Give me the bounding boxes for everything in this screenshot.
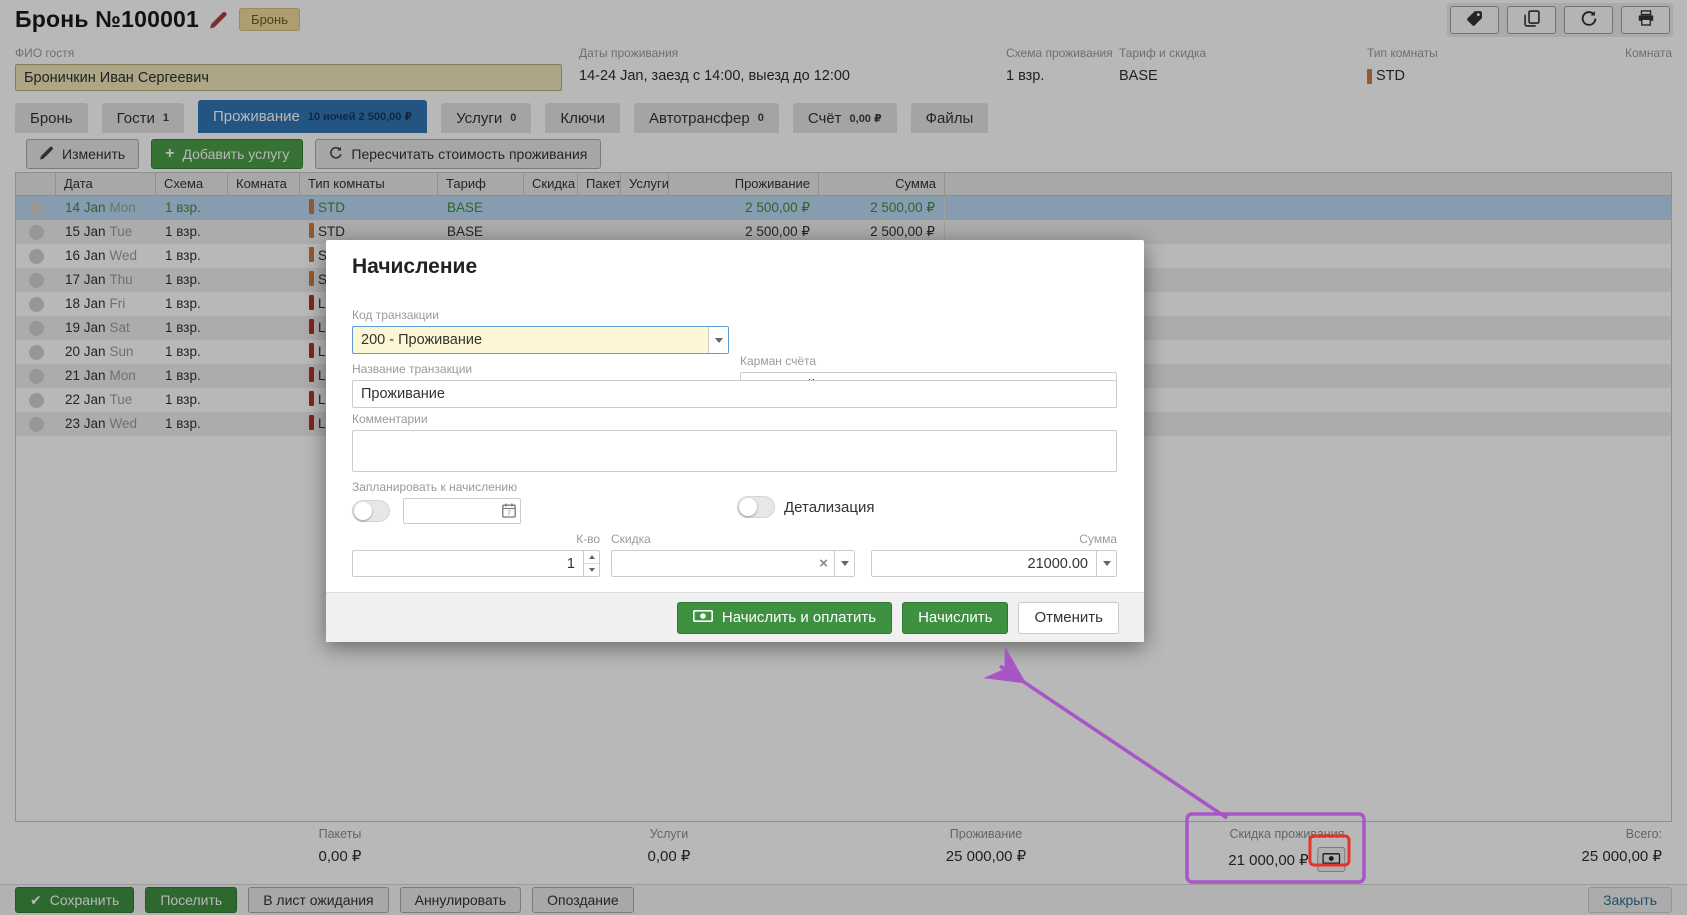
details-field: Детализация — [737, 496, 875, 518]
amount-dropdown[interactable] — [1096, 551, 1116, 576]
amount-input[interactable] — [871, 550, 1117, 577]
details-toggle-label: Детализация — [784, 499, 875, 516]
booking-window: Бронь №100001 Бронь ФИО гостя Даты прожи… — [0, 0, 1687, 915]
quantity-stepper[interactable] — [583, 551, 599, 576]
quantity-input[interactable] — [352, 550, 600, 577]
transaction-code-input[interactable] — [352, 326, 729, 354]
discount-dropdown[interactable] — [834, 551, 854, 576]
spin-up-icon[interactable] — [584, 551, 599, 564]
banknote-icon — [693, 609, 713, 626]
charge-label: Начислить — [918, 609, 992, 626]
transaction-code-field: Код транзакции — [352, 308, 729, 354]
discount-field: Скидка × — [611, 532, 855, 577]
transaction-name-input[interactable] — [352, 380, 1117, 408]
comments-label: Комментарии — [352, 412, 1117, 426]
quantity-label: К-во — [352, 532, 600, 546]
details-toggle[interactable] — [737, 496, 775, 518]
svg-text:7: 7 — [507, 510, 511, 517]
charge-dialog: Начисление Код транзакции Карман счёта Н… — [326, 240, 1144, 642]
transaction-name-field: Название транзакции — [352, 362, 1117, 408]
amount-label: Сумма — [871, 532, 1117, 546]
schedule-field: Запланировать к начислению 7 — [352, 480, 521, 524]
schedule-toggle[interactable] — [352, 500, 390, 522]
transaction-name-label: Название транзакции — [352, 362, 1117, 376]
dialog-title: Начисление — [352, 255, 477, 279]
amount-field: Сумма — [871, 532, 1117, 577]
transaction-code-dropdown[interactable] — [708, 327, 728, 353]
spin-down-icon[interactable] — [584, 564, 599, 576]
cancel-button[interactable]: Отменить — [1018, 602, 1119, 634]
calendar-icon: 7 — [502, 503, 516, 523]
cancel-label: Отменить — [1034, 609, 1103, 626]
quantity-field: К-во — [352, 532, 600, 577]
comments-textarea[interactable] — [352, 430, 1117, 472]
discount-label: Скидка — [611, 532, 855, 546]
clear-icon[interactable]: × — [819, 556, 828, 571]
charge-button[interactable]: Начислить — [902, 602, 1008, 634]
comments-field: Комментарии — [352, 412, 1117, 477]
chevron-down-icon — [1103, 561, 1111, 566]
charge-and-pay-button[interactable]: Начислить и оплатить — [677, 602, 892, 634]
schedule-label: Запланировать к начислению — [352, 480, 521, 494]
transaction-code-label: Код транзакции — [352, 308, 729, 322]
charge-and-pay-label: Начислить и оплатить — [722, 609, 876, 626]
chevron-down-icon — [841, 561, 849, 566]
chevron-down-icon — [715, 338, 723, 343]
dialog-footer: Начислить и оплатить Начислить Отменить — [326, 592, 1144, 642]
